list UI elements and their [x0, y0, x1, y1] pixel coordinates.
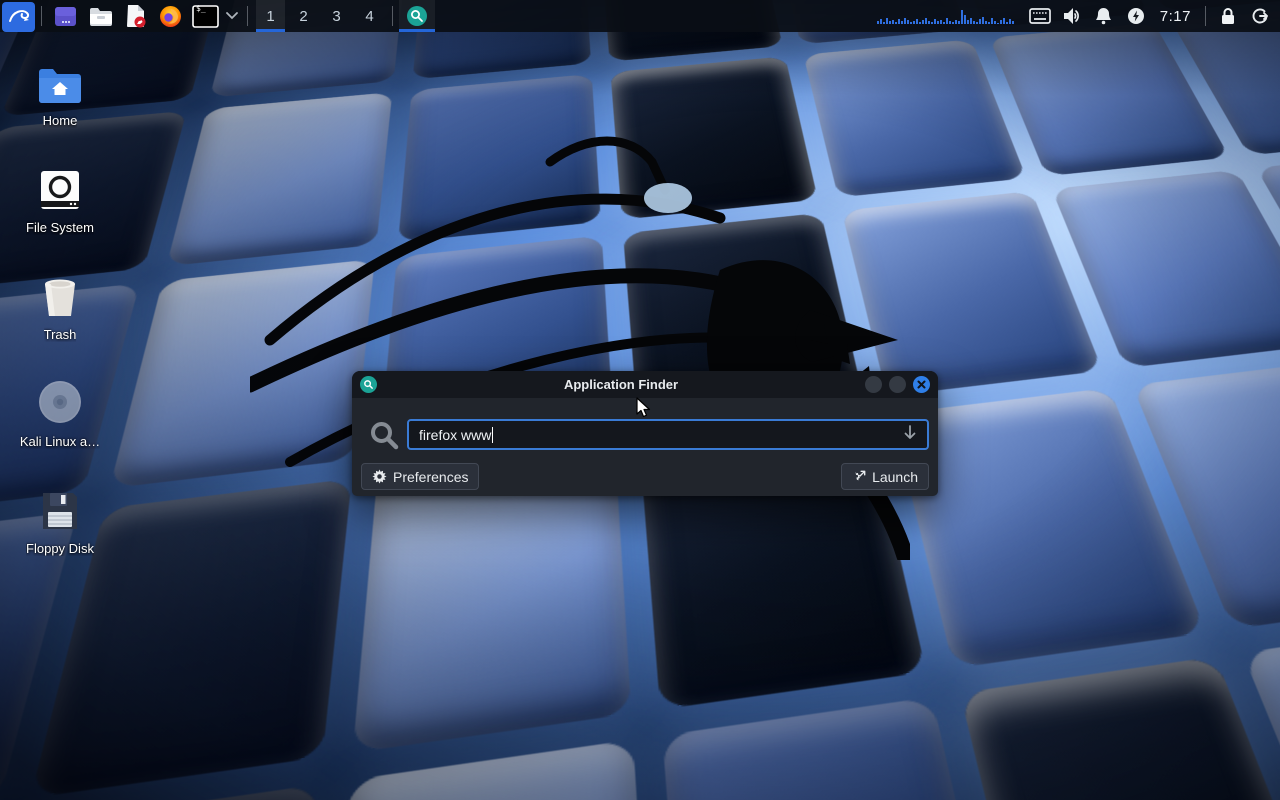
desktop-icon-floppy-disk[interactable]: Floppy Disk	[12, 484, 108, 591]
workspace-3-button[interactable]: 3	[322, 0, 351, 32]
launcher-text-editor[interactable]	[118, 0, 153, 32]
home-folder-icon	[37, 56, 83, 104]
launcher-dropdown-button[interactable]	[223, 0, 241, 32]
trash-icon	[40, 270, 80, 318]
kali-menu-button[interactable]	[2, 2, 35, 32]
search-input-value: firefox www	[419, 427, 491, 443]
workspace-2-label: 2	[299, 8, 307, 25]
workspace-4-button[interactable]: 4	[355, 0, 384, 32]
panel-separator	[392, 6, 393, 26]
close-button[interactable]	[913, 376, 930, 393]
panel-separator	[41, 6, 42, 26]
titlebar[interactable]: Application Finder	[352, 371, 938, 398]
workspace-2-button[interactable]: 2	[289, 0, 318, 32]
disc-icon	[37, 377, 83, 425]
down-arrow-icon[interactable]	[903, 425, 917, 445]
launcher-terminal-emulator[interactable]	[48, 0, 83, 32]
launch-label: Launch	[872, 469, 918, 485]
clock[interactable]: 7:17	[1152, 0, 1199, 32]
desktop-icon-kali-linux-cd[interactable]: Kali Linux a…	[12, 377, 108, 484]
panel-separator	[247, 6, 248, 26]
top-panel: $_ 1 2 3 4	[0, 0, 1280, 32]
workspace-4-label: 4	[365, 8, 373, 25]
application-finder-window: Application Finder firefox www	[352, 371, 938, 496]
hard-disk-icon	[39, 163, 81, 211]
lock-screen-button[interactable]	[1212, 0, 1244, 32]
volume-tray-button[interactable]	[1056, 0, 1088, 32]
power-manager-icon	[1127, 7, 1145, 25]
preferences-button[interactable]: Preferences	[361, 463, 479, 490]
desktop-icon-label: File System	[26, 220, 94, 235]
desktop-icon-label: Kali Linux a…	[20, 434, 100, 449]
maximize-button[interactable]	[889, 376, 906, 393]
window-app-finder-icon	[360, 376, 377, 393]
floppy-disk-icon	[40, 484, 80, 532]
launcher-web-browser[interactable]	[153, 0, 188, 32]
mouse-cursor	[636, 397, 652, 419]
minimize-button[interactable]	[865, 376, 882, 393]
workspace-3-label: 3	[332, 8, 340, 25]
launch-button[interactable]: Launch	[841, 463, 929, 490]
terminal-prompt-glyph: $_	[196, 4, 206, 13]
firefox-icon	[159, 5, 182, 28]
gear-icon	[372, 469, 387, 484]
purple-window-icon	[54, 5, 77, 28]
search-input[interactable]: firefox www	[407, 419, 929, 450]
kali-dragon-icon	[7, 5, 31, 29]
window-title: Application Finder	[377, 377, 865, 392]
app-finder-icon	[406, 5, 428, 27]
launcher-file-manager[interactable]	[83, 0, 118, 32]
text-caret	[492, 427, 493, 443]
notifications-bell-icon	[1095, 7, 1112, 25]
desktop-icon-file-system[interactable]: File System	[12, 163, 108, 270]
desktop-icon-label: Trash	[44, 327, 77, 342]
preferences-label: Preferences	[393, 469, 468, 485]
taskbar-application-finder[interactable]	[399, 0, 435, 32]
volume-icon	[1062, 7, 1082, 25]
desktop-icon-trash[interactable]: Trash	[12, 270, 108, 377]
launcher-xterm[interactable]: $_	[188, 0, 223, 32]
desktop-icon-label: Home	[43, 113, 78, 128]
clock-time: 7:17	[1160, 8, 1191, 25]
logout-icon	[1251, 7, 1269, 25]
document-edit-icon	[125, 4, 147, 28]
power-manager-tray-button[interactable]	[1120, 0, 1152, 32]
keyboard-icon	[1029, 8, 1051, 24]
workspace-1-label: 1	[266, 8, 274, 25]
chevron-down-icon	[226, 12, 238, 20]
folder-icon	[89, 6, 113, 27]
launch-icon	[852, 470, 866, 484]
finder-actions: Preferences Launch	[352, 450, 938, 496]
keyboard-tray-button[interactable]	[1024, 0, 1056, 32]
desktop-icon-home[interactable]: Home	[12, 56, 108, 163]
logout-button[interactable]	[1244, 0, 1276, 32]
desktop-icon-label: Floppy Disk	[26, 541, 94, 556]
workspace-1-button[interactable]: 1	[256, 0, 285, 32]
close-icon	[917, 380, 926, 389]
desktop-icon-column: Home File System Trash	[12, 56, 108, 591]
lock-icon	[1220, 7, 1236, 25]
notifications-tray-button[interactable]	[1088, 0, 1120, 32]
system-monitor-graph[interactable]	[877, 9, 1014, 24]
panel-separator	[1205, 6, 1206, 26]
search-icon	[361, 420, 407, 450]
